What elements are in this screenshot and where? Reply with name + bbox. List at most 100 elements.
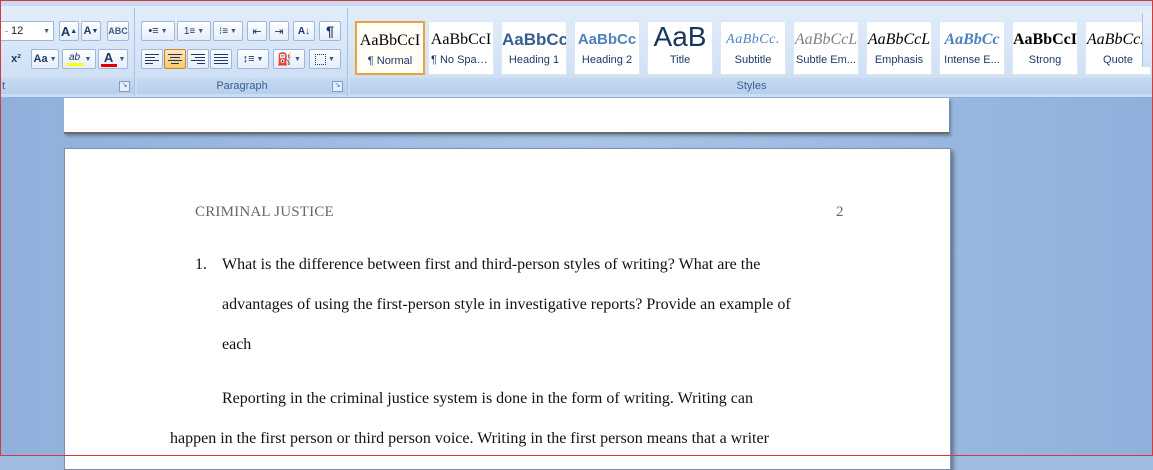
style-tile[interactable]: AaBbCcL Subtle Em... bbox=[793, 21, 859, 75]
highlighter-icon: ab bbox=[68, 52, 81, 63]
chevron-down-icon: ▼ bbox=[160, 27, 168, 35]
previous-page-bottom bbox=[64, 98, 949, 134]
borders-button[interactable]: ▼ bbox=[309, 49, 341, 69]
style-name: Subtitle bbox=[734, 54, 772, 66]
chevron-down-icon: ▼ bbox=[294, 55, 301, 63]
style-tile[interactable]: AaBbCcI Strong bbox=[1012, 21, 1078, 75]
align-center-icon bbox=[168, 52, 182, 66]
highlight-color-swatch bbox=[66, 63, 83, 66]
font-color-icon: A bbox=[103, 49, 114, 65]
multilevel-list-icon: ⁝≡ bbox=[219, 25, 229, 37]
style-sample: AaBbCcI bbox=[1013, 31, 1077, 48]
style-name: ¶ Normal bbox=[367, 55, 413, 67]
font-color-swatch bbox=[100, 63, 117, 67]
style-tile[interactable]: AaBbCc Heading 2 bbox=[574, 21, 640, 75]
ribbon: - 12 ▼ A ▲ A ▼ ABC x² Aa ▼ ab ▼ A ▼ t ↘ … bbox=[0, 0, 1153, 98]
align-right-icon bbox=[191, 52, 205, 66]
clear-formatting-icon: ABC bbox=[108, 26, 128, 36]
chevron-down-icon: ▼ bbox=[230, 27, 237, 35]
style-sample: AaBbCc. bbox=[726, 32, 780, 47]
borders-icon bbox=[315, 53, 327, 65]
question-line: What is the difference between first and… bbox=[222, 256, 761, 273]
ribbon-tab-strip bbox=[0, 0, 1153, 6]
text-highlight-button[interactable]: ab ▼ bbox=[62, 49, 96, 69]
bullets-button[interactable]: •≡ ▼ bbox=[141, 21, 175, 41]
superscript-button[interactable]: x² bbox=[2, 49, 30, 69]
paragraph-group: •≡ ▼ 1≡ ▼ ⁝≡ ▼ ⇤ ⇥ A↓ ¶ ↕≡ ▼ ⛽ ▼ ▼ Parag… bbox=[137, 8, 348, 96]
bullets-icon: •≡ bbox=[148, 25, 159, 37]
page-number: 2 bbox=[836, 204, 844, 220]
paragraph-group-label: Paragraph bbox=[137, 78, 347, 94]
font-size-combo[interactable]: - 12 ▼ bbox=[0, 21, 54, 41]
multilevel-list-button[interactable]: ⁝≡ ▼ bbox=[213, 21, 243, 41]
question-line: each bbox=[222, 336, 252, 353]
style-sample: AaBbCc bbox=[577, 31, 637, 48]
numbering-icon: 1≡ bbox=[183, 25, 196, 37]
style-sample: AaBbCc bbox=[944, 31, 1000, 48]
font-dialog-launcher[interactable]: ↘ bbox=[119, 81, 130, 92]
paragraph-line: happen in the first person or third pers… bbox=[170, 430, 769, 447]
chevron-down-icon: ▼ bbox=[118, 55, 126, 63]
grow-font-icon: A bbox=[60, 23, 71, 39]
style-name: Quote bbox=[1103, 54, 1133, 66]
decrease-indent-button[interactable]: ⇤ bbox=[247, 21, 267, 41]
style-sample: AaBbCcL bbox=[867, 31, 931, 48]
style-tile[interactable]: AaBbCcL Emphasis bbox=[866, 21, 932, 75]
style-tile[interactable]: AaB Title bbox=[647, 21, 713, 75]
style-name: Emphasis bbox=[874, 54, 924, 66]
chevron-down-icon: ▼ bbox=[197, 27, 205, 35]
change-case-button[interactable]: Aa ▼ bbox=[31, 49, 59, 69]
font-size-value: 12 bbox=[11, 25, 24, 37]
numbering-button[interactable]: 1≡ ▼ bbox=[177, 21, 211, 41]
style-tile[interactable]: AaBbCcI ¶ No Spaci... bbox=[428, 21, 494, 75]
styles-group-label: Styles bbox=[350, 78, 1153, 94]
style-tile[interactable]: AaBbCcI ¶ Normal bbox=[355, 21, 425, 75]
style-tile[interactable]: AaBbCc. Subtitle bbox=[720, 21, 786, 75]
font-group-label: t bbox=[0, 78, 134, 94]
font-group: - 12 ▼ A ▲ A ▼ ABC x² Aa ▼ ab ▼ A ▼ t ↘ bbox=[0, 8, 135, 96]
chevron-down-icon: ▼ bbox=[328, 55, 335, 63]
style-name: Heading 1 bbox=[508, 54, 560, 66]
chevron-down-icon: ▼ bbox=[43, 27, 50, 35]
styles-group: AaBbCcI ¶ Normal AaBbCcI ¶ No Spaci... AaBbC… bbox=[350, 8, 1153, 96]
justify-button[interactable] bbox=[210, 49, 232, 69]
increase-indent-icon: ⇥ bbox=[274, 25, 284, 38]
align-left-button[interactable] bbox=[141, 49, 163, 69]
shrink-font-icon: A bbox=[83, 25, 92, 37]
paragraph-line: Reporting in the criminal justice system… bbox=[222, 390, 753, 407]
font-color-button[interactable]: A ▼ bbox=[98, 49, 128, 69]
align-right-button[interactable] bbox=[187, 49, 209, 69]
running-head: CRIMINAL JUSTICE bbox=[195, 204, 334, 220]
question-number: 1. bbox=[195, 256, 207, 273]
document-page[interactable]: CRIMINAL JUSTICE 2 1. What is the differ… bbox=[64, 148, 951, 470]
paint-bucket-icon: ⛽ bbox=[277, 52, 292, 66]
justify-icon bbox=[214, 52, 228, 66]
line-spacing-button[interactable]: ↕≡ ▼ bbox=[237, 49, 269, 69]
style-sample: AaBbCcL bbox=[794, 31, 858, 48]
shrink-font-button[interactable]: A ▼ bbox=[81, 21, 101, 41]
style-sample: AaB bbox=[653, 22, 707, 52]
clear-formatting-button[interactable]: ABC bbox=[107, 21, 129, 41]
style-tile[interactable]: AaBbCc Intense E... bbox=[939, 21, 1005, 75]
grow-font-button[interactable]: A ▲ bbox=[59, 21, 79, 41]
increase-indent-button[interactable]: ⇥ bbox=[269, 21, 289, 41]
style-name: Strong bbox=[1028, 54, 1062, 66]
styles-gallery-scroll[interactable] bbox=[1142, 13, 1153, 67]
style-sample: AaBbCс bbox=[502, 30, 566, 49]
paragraph-dialog-launcher[interactable]: ↘ bbox=[332, 81, 343, 92]
decrease-indent-icon: ⇤ bbox=[252, 25, 262, 38]
style-sample: AaBbCcI bbox=[359, 32, 421, 49]
align-center-button[interactable] bbox=[164, 49, 186, 69]
superscript-icon: x² bbox=[11, 53, 21, 65]
style-tile[interactable]: AaBbCс Heading 1 bbox=[501, 21, 567, 75]
style-sample: AaBbCcI bbox=[430, 31, 492, 48]
chevron-down-icon: ▼ bbox=[49, 55, 57, 63]
line-spacing-icon: ↕≡ bbox=[242, 53, 255, 65]
show-hide-marks-button[interactable]: ¶ bbox=[319, 21, 341, 41]
style-sample: AaBbCcL bbox=[1086, 31, 1150, 48]
shading-button[interactable]: ⛽ ▼ bbox=[273, 49, 305, 69]
align-left-icon bbox=[145, 52, 159, 66]
sort-button[interactable]: A↓ bbox=[293, 21, 315, 41]
change-case-icon: Aa bbox=[33, 53, 48, 65]
style-name: ¶ No Spaci... bbox=[431, 54, 493, 66]
